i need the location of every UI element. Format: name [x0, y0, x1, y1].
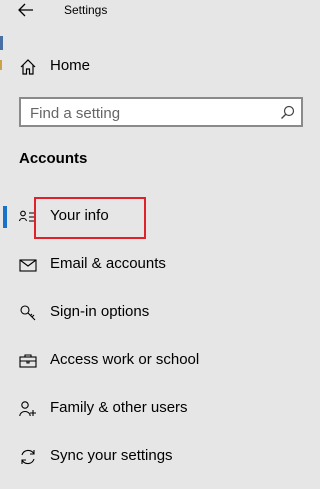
home-icon [19, 58, 37, 76]
nav-item-label: Sign-in options [50, 303, 150, 320]
envelope-icon [19, 256, 37, 274]
nav-item-label: Email & accounts [50, 255, 166, 272]
nav-home-label: Home [50, 57, 91, 74]
add-person-icon [19, 400, 37, 418]
section-title: Accounts [19, 150, 88, 167]
nav-item-label: Sync your settings [50, 447, 173, 464]
briefcase-icon [19, 352, 37, 370]
nav-item-family-other-users[interactable]: Family & other users [0, 390, 317, 430]
key-icon [19, 304, 37, 322]
annotation-highlight-box [34, 197, 146, 239]
nav-item-email-accounts[interactable]: Email & accounts [0, 246, 317, 286]
search-input[interactable] [30, 103, 270, 123]
nav-item-access-work-school[interactable]: Access work or school [0, 342, 317, 382]
nav-item-label: Access work or school [50, 351, 200, 368]
title-bar: Settings [0, 0, 317, 28]
window-title: Settings [64, 3, 108, 17]
nav-item-label: Family & other users [50, 399, 188, 416]
sync-icon [19, 448, 37, 466]
nav-item-sync-settings[interactable]: Sync your settings [0, 438, 317, 478]
search-icon[interactable] [280, 105, 295, 120]
nav-home[interactable]: Home [0, 48, 317, 88]
back-button[interactable] [14, 0, 42, 22]
nav-item-sign-in-options[interactable]: Sign-in options [0, 294, 317, 334]
search-box[interactable] [19, 97, 303, 127]
